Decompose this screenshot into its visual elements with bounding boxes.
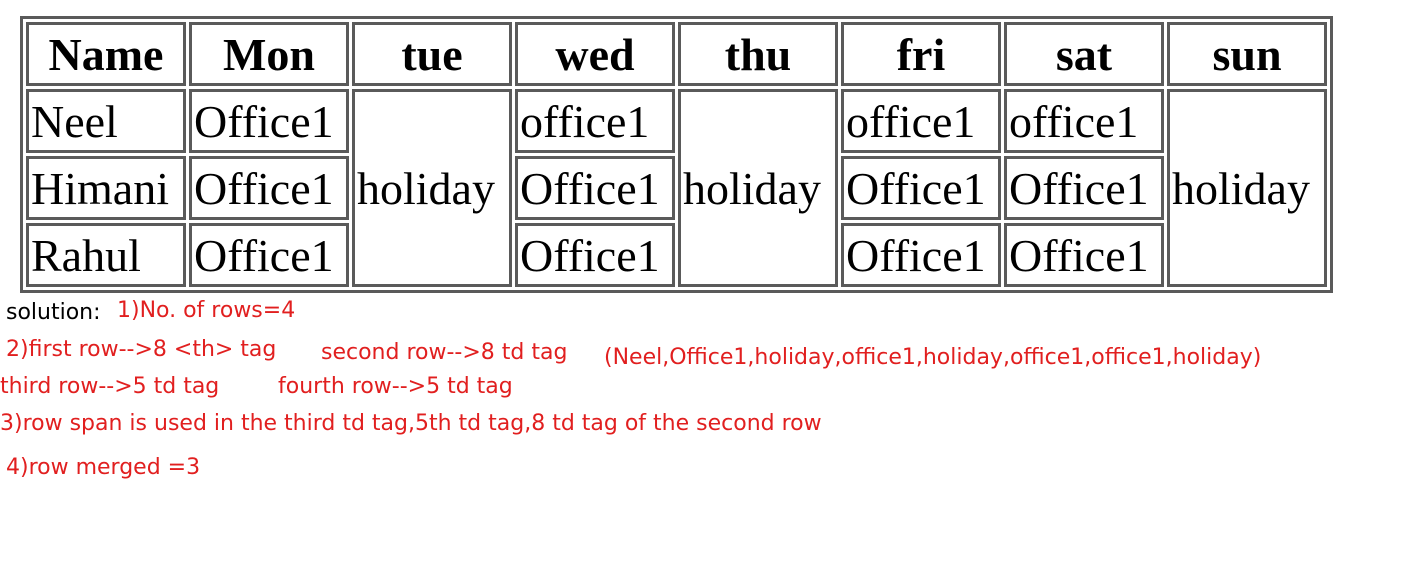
header-sat: sat <box>1004 22 1164 86</box>
note-first-row: 2)first row-->8 <th> tag <box>6 337 277 362</box>
solution-label: solution: <box>6 300 101 325</box>
table-row: Himani Office1 Office1 Office1 Office1 <box>26 156 1327 220</box>
note-row-merged: 4)row merged =3 <box>6 455 201 480</box>
cell-wed: Office1 <box>515 223 675 287</box>
cell-sat: Office1 <box>1004 223 1164 287</box>
cell-mon: Office1 <box>189 156 349 220</box>
header-sun: sun <box>1167 22 1327 86</box>
header-mon: Mon <box>189 22 349 86</box>
cell-sat: office1 <box>1004 89 1164 153</box>
cell-sat: Office1 <box>1004 156 1164 220</box>
header-wed: wed <box>515 22 675 86</box>
table-row: Neel Office1 holiday office1 holiday off… <box>26 89 1327 287</box>
note-fourth-row: fourth row-->5 td tag <box>278 374 513 399</box>
cell-fri: office1 <box>841 89 1001 153</box>
header-tue: tue <box>352 22 512 86</box>
note-third-row: third row-->5 td tag <box>0 374 220 399</box>
cell-tue-merged: holiday <box>352 89 512 287</box>
cell-thu-merged: holiday <box>678 89 838 287</box>
note-second-row: second row-->8 td tag <box>321 340 568 365</box>
header-thu: thu <box>678 22 838 86</box>
cell-wed: office1 <box>515 89 675 153</box>
schedule-table: Name Mon tue wed thu fri sat sun Neel Of… <box>20 16 1333 293</box>
cell-fri: Office1 <box>841 223 1001 287</box>
cell-wed: Office1 <box>515 156 675 220</box>
note-rowspan: 3)row span is used in the third td tag,5… <box>0 411 822 436</box>
cell-fri: Office1 <box>841 156 1001 220</box>
cell-mon: Office1 <box>189 89 349 153</box>
cell-name: Neel <box>26 89 186 153</box>
header-fri: fri <box>841 22 1001 86</box>
cell-mon: Office1 <box>189 223 349 287</box>
cell-name: Himani <box>26 156 186 220</box>
note-second-row-values: (Neel,Office1,holiday,office1,holiday,of… <box>604 345 1262 370</box>
note-rows-count: 1)No. of rows=4 <box>117 298 296 323</box>
table-header-row: Name Mon tue wed thu fri sat sun <box>26 22 1327 86</box>
cell-sun-merged: holiday <box>1167 89 1327 287</box>
cell-name: Rahul <box>26 223 186 287</box>
header-name: Name <box>26 22 186 86</box>
table-row: Rahul Office1 Office1 Office1 Office1 <box>26 223 1327 287</box>
